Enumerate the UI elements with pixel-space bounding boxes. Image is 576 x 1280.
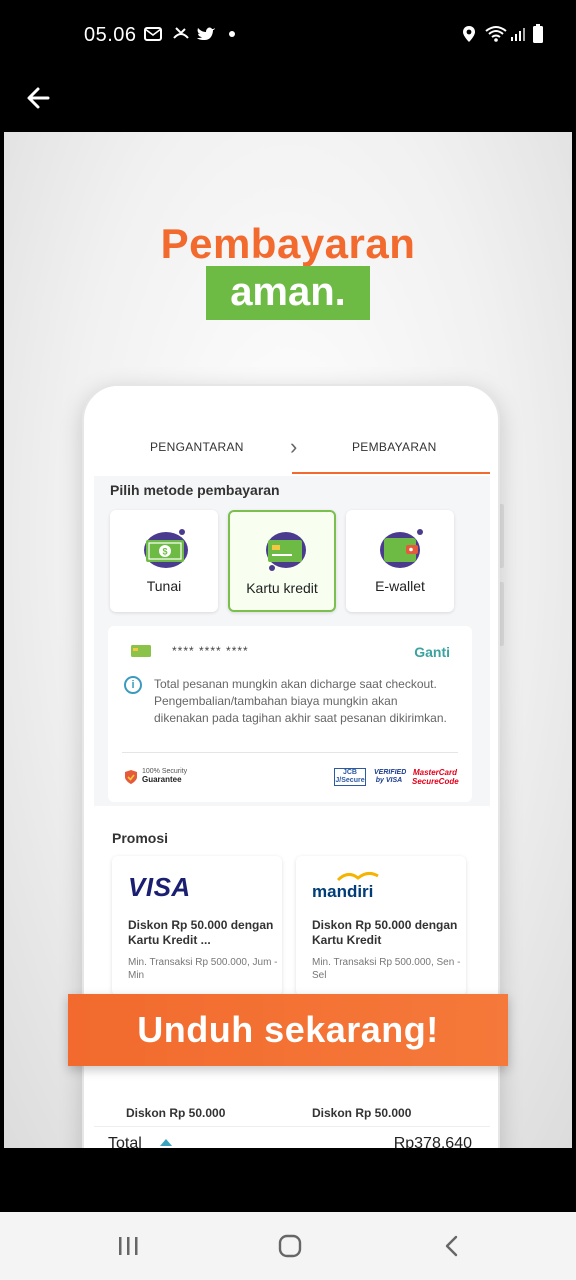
status-bar: 05.06 <box>0 0 576 70</box>
location-icon <box>463 26 475 42</box>
credit-card-icon <box>266 532 306 571</box>
method-tunai[interactable]: $ Tunai <box>110 510 218 612</box>
promo-card-visa[interactable]: VISA Diskon Rp 50.000 dengan Kartu Kredi… <box>112 856 282 996</box>
download-now-banner[interactable]: Unduh sekarang! <box>68 994 508 1066</box>
active-step-indicator <box>292 472 490 474</box>
battery-icon <box>533 24 543 43</box>
promo-description: Diskon Rp 50.000 dengan Kartu Kredit ... <box>128 918 274 947</box>
method-label: Kartu kredit <box>246 580 318 596</box>
letterbox-bar <box>0 1148 576 1212</box>
back-icon[interactable] <box>432 1230 472 1262</box>
charge-notice: Total pesanan mungkin akan dicharge saat… <box>154 677 447 725</box>
security-text: 100% Security Guarantee <box>142 768 187 785</box>
credit-card-icon <box>131 645 151 657</box>
method-label: Tunai <box>146 578 182 594</box>
promo-image: Pembayaran aman. PENGANTARAN › PEMBAYARA… <box>4 132 572 1148</box>
divider <box>122 752 458 753</box>
chevron-right-icon: › <box>290 434 298 459</box>
message-icon <box>144 27 162 41</box>
masked-card-number: **** **** **** <box>172 644 249 658</box>
promo-card-mandiri[interactable]: mandiri Diskon Rp 50.000 dengan Kartu Kr… <box>296 856 466 996</box>
system-nav-bar <box>0 1212 576 1280</box>
step-pembayaran: PEMBAYARAN <box>352 440 437 454</box>
promo-section-title: Promosi <box>112 830 169 846</box>
info-icon: i <box>124 676 142 694</box>
recent-apps-icon[interactable] <box>108 1230 148 1262</box>
promo-terms: Min. Transaksi Rp 500.000, Jum - Min <box>128 957 278 981</box>
wallet-icon <box>380 529 423 568</box>
shield-icon <box>125 769 137 784</box>
payment-method-section: Pilih metode pembayaran $ Tunai Kartu kr… <box>94 476 490 806</box>
section-title: Pilih metode pembayaran <box>110 482 280 498</box>
security-line2: Guarantee <box>142 775 182 784</box>
dot-icon <box>229 31 235 37</box>
mandiri-wave-icon <box>336 871 379 882</box>
checkout-steps: PENGANTARAN › PEMBAYARAN <box>94 416 490 476</box>
wifi-icon <box>485 26 507 42</box>
missed-call-icon <box>173 27 189 39</box>
method-e-wallet[interactable]: E-wallet <box>346 510 454 612</box>
card-details-panel: **** **** **** Ganti i Total pesanan mun… <box>108 626 472 802</box>
home-icon[interactable] <box>270 1230 310 1262</box>
signal-icon <box>511 28 525 41</box>
mastercard-securecode-logo: MasterCard SecureCode <box>412 768 459 786</box>
svg-text:$: $ <box>162 547 167 557</box>
hero-title: Pembayaran <box>160 220 416 267</box>
promo-peek-text: Diskon Rp 50.000 <box>126 1106 226 1120</box>
total-bar: Total Rp378,640 <box>94 1126 490 1148</box>
change-card-button[interactable]: Ganti <box>414 644 450 660</box>
arrow-left-icon[interactable] <box>22 80 58 116</box>
caret-up-icon[interactable] <box>160 1139 172 1146</box>
promo-peek-text: Diskon Rp 50.000 <box>312 1106 412 1120</box>
cash-icon: $ <box>144 529 188 568</box>
method-label: E-wallet <box>375 578 425 594</box>
promo-description: Diskon Rp 50.000 dengan Kartu Kredit <box>312 918 458 947</box>
jcb-logo: JCB J/Secure <box>334 768 366 786</box>
clock: 05.06 <box>84 24 137 46</box>
step-pengantaran: PENGANTARAN <box>150 440 244 454</box>
mandiri-logo: mandiri <box>312 882 374 901</box>
total-value: Rp378,640 <box>393 1135 472 1148</box>
security-badge: 100% Security Guarantee <box>124 768 187 785</box>
app-bar <box>0 70 576 132</box>
verified-by-visa-logo: VERIFIED by VISA <box>374 769 407 784</box>
hero-highlight: aman. <box>206 266 370 320</box>
total-label: Total <box>108 1135 142 1148</box>
twitter-icon <box>197 27 215 40</box>
visa-logo: VISA <box>128 872 191 902</box>
card-brand-logos: JCB J/Secure VERIFIED by VISA MasterCard… <box>334 768 459 786</box>
promo-terms: Min. Transaksi Rp 500.000, Sen - Sel <box>312 957 461 981</box>
method-kartu-kredit[interactable]: Kartu kredit <box>228 510 336 612</box>
